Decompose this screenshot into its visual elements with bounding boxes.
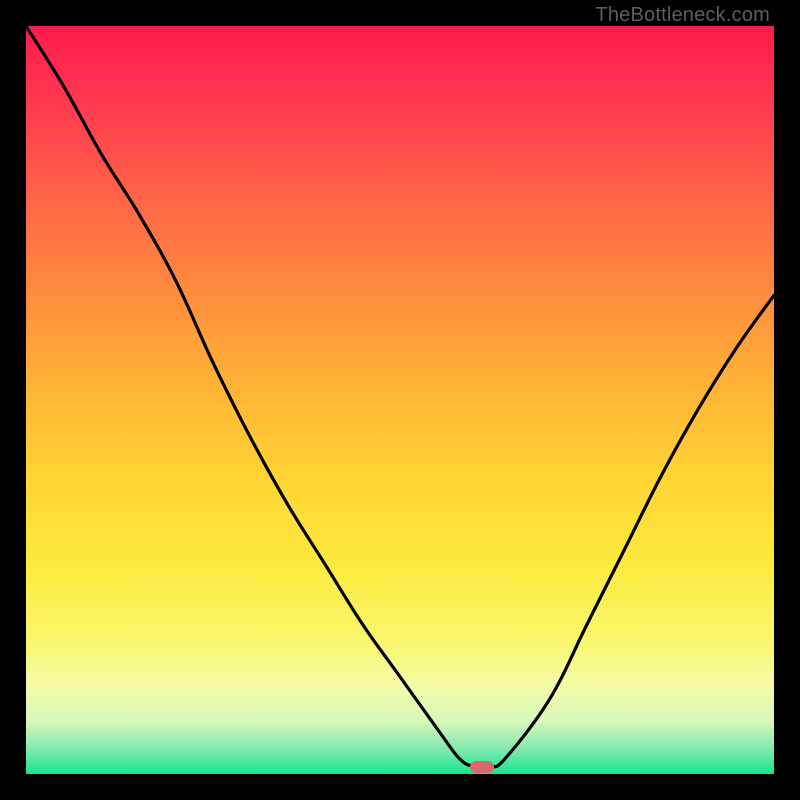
optimal-marker [470, 761, 494, 773]
curve-layer [26, 26, 774, 774]
bottleneck-chart: TheBottleneck.com [0, 0, 800, 800]
attribution-label: TheBottleneck.com [595, 4, 770, 27]
bottleneck-curve-path [26, 26, 774, 768]
plot-area [26, 26, 774, 774]
